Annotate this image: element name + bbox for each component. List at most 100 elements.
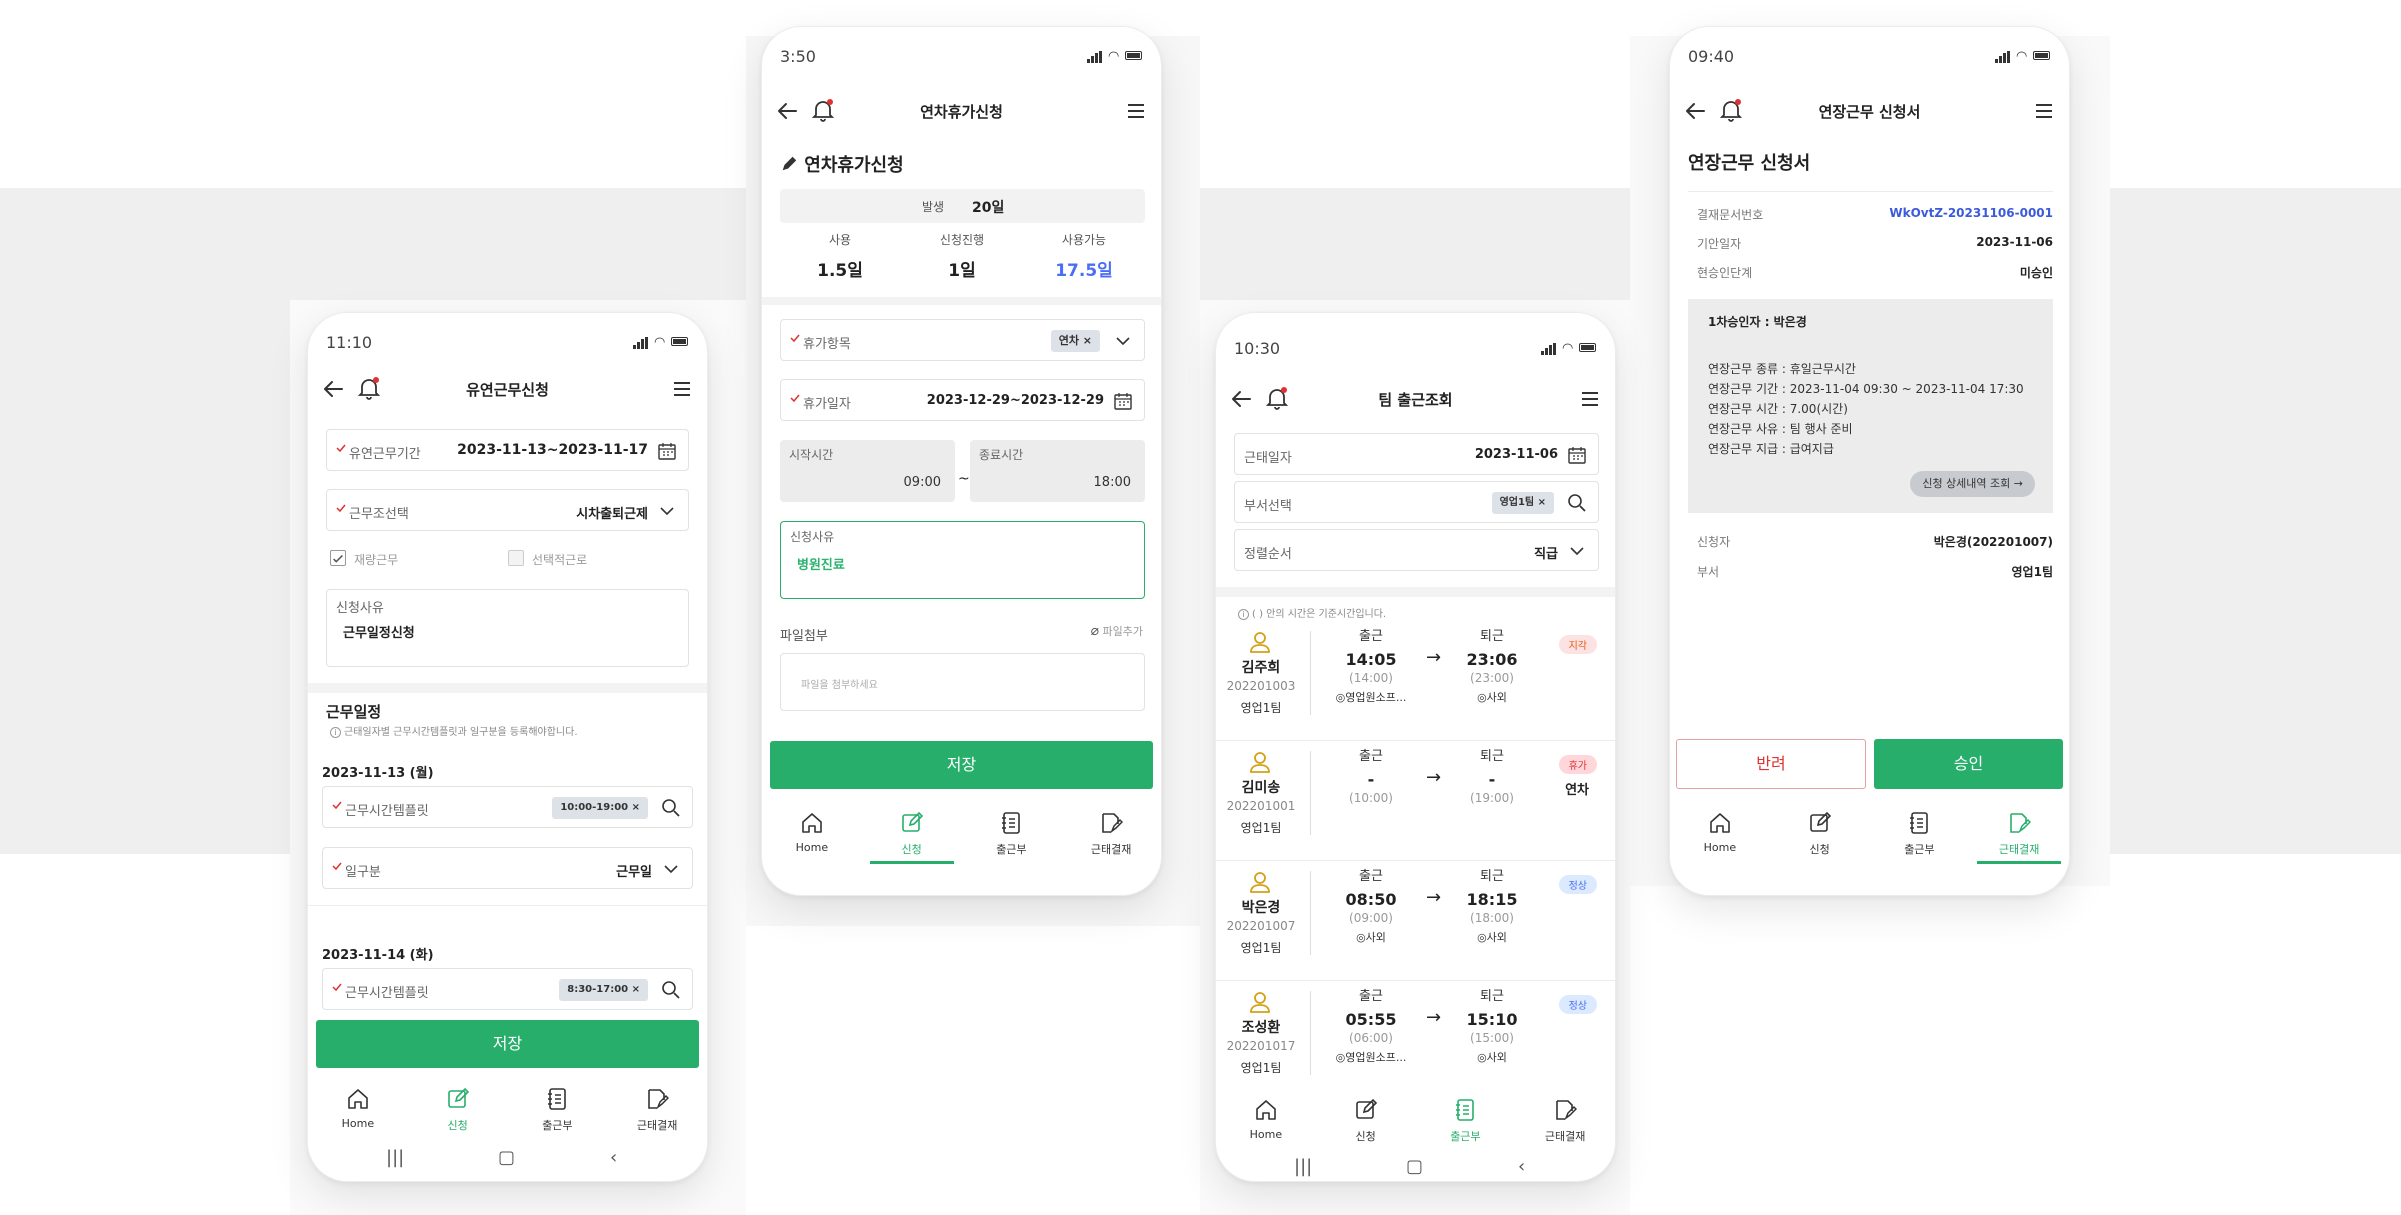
discretionary-checkbox[interactable]: 재량근무 <box>330 549 450 569</box>
tab-approval[interactable]: 근태결재 <box>1061 799 1161 869</box>
day1-daytype-field[interactable]: 일구분 근무일 <box>322 847 693 889</box>
day1-template-chip[interactable]: 10:00-19:00 × <box>552 797 648 819</box>
notebook-icon <box>1002 812 1021 834</box>
file-drop-area[interactable]: 파일을 첨부하세요 <box>780 653 1145 711</box>
home-button-icon[interactable]: ▢ <box>498 1147 515 1168</box>
status-time: 10:30 <box>1234 339 1281 358</box>
file-add-label: 파일추가 <box>1102 625 1143 638</box>
attendance-row[interactable]: 조성환 202201017 영업1팀 출근 05:55 (06:00) ◎영업원… <box>1216 983 1615 1101</box>
clock-in-label: 출근 <box>1359 629 1383 644</box>
leave-date-field[interactable]: 휴가일자 2023-12-29~2023-12-29 <box>780 379 1145 421</box>
work-type-label: 근무조선택 <box>349 507 409 522</box>
status-badge: 정상 <box>1558 875 1597 894</box>
daytype-value: 근무일 <box>616 865 652 880</box>
leave-item-field[interactable]: 휴가항목 연차 × <box>780 319 1145 361</box>
chevron-down-icon <box>1116 337 1130 346</box>
clock-out-time: - <box>1488 770 1496 789</box>
recent-apps-icon[interactable]: ||| <box>1294 1156 1312 1177</box>
employee-number: 202201001 <box>1226 799 1296 813</box>
sort-field[interactable]: 정렬순서 직급 <box>1234 529 1599 571</box>
day2-template-chip[interactable]: 8:30-17:00 × <box>559 979 648 1001</box>
work-type-field[interactable]: 근무조선택 시차출퇴근제 <box>326 489 689 531</box>
tab-apply[interactable]: 신청 <box>862 799 962 869</box>
start-time-box[interactable]: 시작시간 09:00 <box>780 440 955 502</box>
status-icons: ◠ <box>1087 49 1143 63</box>
notebook-icon <box>1456 1099 1475 1121</box>
reject-button[interactable]: 반려 <box>1676 739 1866 789</box>
progress-label: 신청진행 <box>939 233 985 247</box>
tab-attendance[interactable]: 출근부 <box>962 799 1062 869</box>
leave-item-chip[interactable]: 연차 × <box>1050 330 1100 352</box>
signal-icon <box>1087 51 1103 63</box>
save-button[interactable]: 저장 <box>770 741 1153 789</box>
back-nav-icon[interactable]: ‹ <box>1518 1156 1525 1177</box>
tab-attendance[interactable]: 출근부 <box>1870 799 1970 869</box>
tab-approval[interactable]: 근태결재 <box>1969 799 2069 869</box>
doc-number-value[interactable]: WkOvtZ-20231106-0001 <box>1889 206 2053 220</box>
reason-box[interactable]: 신청사유 근무일정신청 <box>326 589 689 667</box>
checkbox-unchecked[interactable] <box>508 550 524 566</box>
sort-value: 직급 <box>1534 547 1558 562</box>
hamburger-menu-icon[interactable] <box>1125 100 1147 122</box>
search-icon[interactable] <box>1566 492 1588 514</box>
schedule-note-text: 근태일자별 근무시간템플릿과 일구분을 등록해야합니다. <box>344 727 578 738</box>
dept-label: 부서선택 <box>1244 499 1292 514</box>
tab-approval-label: 근태결재 <box>636 1119 678 1132</box>
status-time: 09:40 <box>1688 47 1735 66</box>
checkbox-checked[interactable] <box>330 550 346 566</box>
flex-period-field[interactable]: 유연근무기간 2023-11-13~2023-11-17 <box>326 429 689 471</box>
notebook-icon <box>548 1088 567 1110</box>
search-icon[interactable] <box>660 979 682 1001</box>
doc-info: 결재문서번호 WkOvtZ-20231106-0001 기안일자 2023-11… <box>1688 191 2053 311</box>
approval-stage-value: 미승인 <box>2019 266 2053 280</box>
doc-number-label: 결재문서번호 <box>1697 208 1764 222</box>
dept-chip[interactable]: 영업1팀 × <box>1491 492 1554 514</box>
selective-work-checkbox[interactable]: 선택적근로 <box>508 549 628 569</box>
home-icon <box>802 813 822 833</box>
date-field[interactable]: 근태일자 2023-11-06 <box>1234 433 1599 475</box>
attendance-row[interactable]: 김주희 202201003 영업1팀 출근 14:05 (14:00) ◎영업원… <box>1216 623 1615 741</box>
attendance-row[interactable]: 박은경 202201007 영업1팀 출근 08:50 (09:00) ◎사외 … <box>1216 863 1615 981</box>
employee-dept: 영업1팀 <box>1240 1061 1282 1075</box>
save-button[interactable]: 저장 <box>316 1020 699 1068</box>
recent-apps-icon[interactable]: ||| <box>386 1147 404 1168</box>
clock-in-place-text: 사외 <box>1365 931 1386 944</box>
home-button-icon[interactable]: ▢ <box>1406 1156 1423 1177</box>
hamburger-menu-icon[interactable] <box>2033 100 2055 122</box>
tab-home[interactable]: Home <box>1670 799 1770 869</box>
checkmark-icon <box>333 554 343 563</box>
hamburger-menu-icon[interactable] <box>1579 388 1601 410</box>
daytype-label: 일구분 <box>345 865 381 880</box>
day2-template-field[interactable]: 근무시간템플릿 8:30-17:00 × <box>322 968 693 1010</box>
calendar-icon[interactable] <box>1112 390 1134 412</box>
detail-line: 연장근무 사유 : 팀 행사 준비 <box>1708 422 1853 436</box>
arrow-right-icon: → <box>1426 647 1442 668</box>
dept-field[interactable]: 부서선택 영업1팀 × <box>1234 481 1599 523</box>
file-add-button[interactable]: ⌀ 파일추가 <box>1091 623 1143 639</box>
employee-dept: 영업1팀 <box>1240 941 1282 955</box>
hamburger-menu-icon[interactable] <box>671 378 693 400</box>
reason-value: 병원진료 <box>797 558 845 573</box>
sort-label: 정렬순서 <box>1244 547 1292 562</box>
end-time-box[interactable]: 종료시간 18:00 <box>970 440 1145 502</box>
system-nav-bar: ||| ▢ ‹ <box>1216 1142 1615 1181</box>
wifi-icon: ◠ <box>1562 341 1574 356</box>
std-time-note: i( ) 안의 시간은 기준시간입니다. <box>1238 605 1386 620</box>
calendar-icon[interactable] <box>656 440 678 462</box>
tab-approval-label: 근태결재 <box>1998 843 2040 856</box>
used-value: 1.5일 <box>817 261 863 281</box>
tab-home[interactable]: Home <box>762 799 862 869</box>
view-detail-button[interactable]: 신청 상세내역 조회 → <box>1910 471 2035 497</box>
flex-period-value: 2023-11-13~2023-11-17 <box>457 442 648 458</box>
reason-box[interactable]: 신청사유 병원진료 <box>780 521 1145 599</box>
user-avatar-icon <box>1250 872 1270 893</box>
day1-template-field[interactable]: 근무시간템플릿 10:00-19:00 × <box>322 786 693 828</box>
flex-period-label: 유연근무기간 <box>349 447 421 462</box>
approve-button[interactable]: 승인 <box>1874 739 2063 789</box>
back-nav-icon[interactable]: ‹ <box>610 1147 617 1168</box>
calendar-icon[interactable] <box>1566 444 1588 466</box>
clock-in-col: 출근 14:05 (14:00) ◎영업원소프... <box>1321 625 1421 705</box>
tab-apply[interactable]: 신청 <box>1770 799 1870 869</box>
attendance-row[interactable]: 김미송 202201001 영업1팀 출근 - (10:00) → 퇴근 - (… <box>1216 743 1615 861</box>
search-icon[interactable] <box>660 797 682 819</box>
